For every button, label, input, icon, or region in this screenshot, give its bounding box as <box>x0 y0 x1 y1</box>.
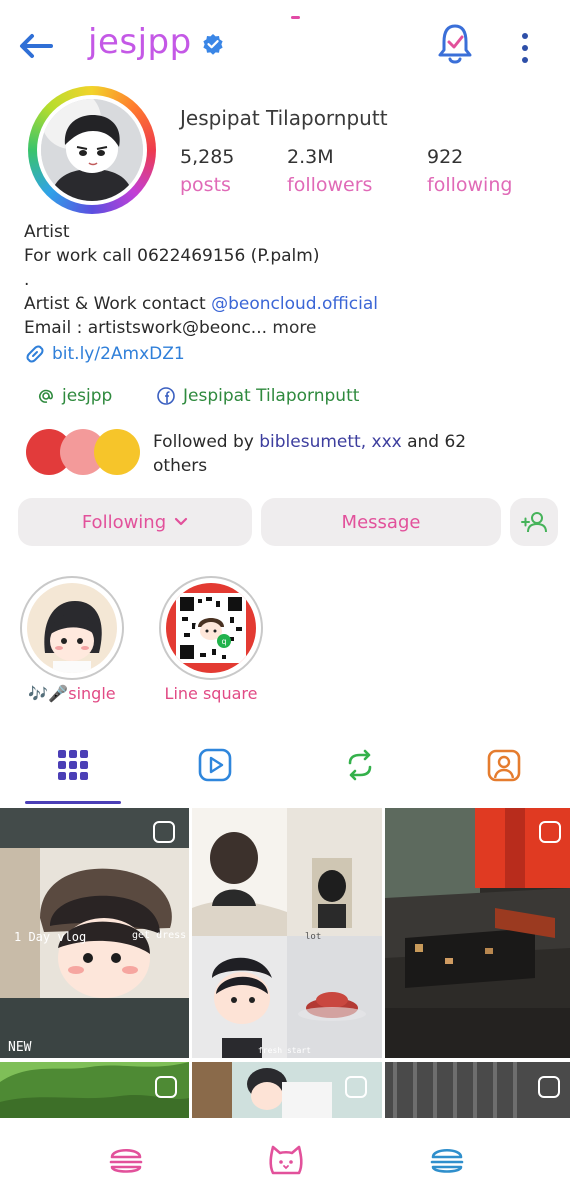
threads-icon <box>39 389 53 403</box>
facebook-icon <box>157 387 175 405</box>
reel-badge-icon <box>539 821 561 843</box>
active-tab-indicator <box>25 801 121 804</box>
grid-post[interactable] <box>385 808 570 1058</box>
followers-label: followers <box>287 174 373 196</box>
nav-menu-button[interactable] <box>423 1136 471 1184</box>
tab-tagged[interactable] <box>484 745 524 785</box>
tab-reels[interactable] <box>195 745 235 785</box>
profile-full-name: Jespipat Tilapornputt <box>180 106 388 130</box>
bio-more-link[interactable]: more <box>272 318 316 338</box>
avatar-image <box>41 99 143 201</box>
tile-caption: lot <box>305 932 322 942</box>
notifications-button[interactable] <box>434 22 476 66</box>
followed-by-names: biblesumett, xxx <box>259 432 402 452</box>
more-dot <box>522 45 528 51</box>
bottom-navigation <box>0 1118 570 1200</box>
facebook-link[interactable]: Jespipat Tilapornputt <box>157 386 359 406</box>
grid-post[interactable] <box>192 1062 382 1118</box>
grid-post[interactable]: lot fresh start <box>192 808 382 1058</box>
nav-home-button[interactable] <box>102 1136 150 1184</box>
new-label: NEW <box>8 1040 32 1055</box>
profile-avatar[interactable] <box>28 86 156 214</box>
repost-icon <box>348 749 372 781</box>
bio-link-text: bit.ly/2AmxDZ1 <box>52 344 185 364</box>
following-button[interactable]: Following <box>18 498 252 546</box>
grid-post[interactable] <box>0 1062 189 1118</box>
tile-caption: get dress <box>132 930 187 941</box>
bio-line: Email : artistswork@beonc... more <box>24 316 554 340</box>
bio-line: Artist & Work contact @beoncloud.officia… <box>24 292 554 316</box>
posts-grid: 1 Day vlog get dress NEW lot fresh start <box>0 808 570 1118</box>
bio-mention-link[interactable]: @beoncloud.official <box>211 294 378 314</box>
chevron-down-icon <box>175 517 188 526</box>
suggest-people-button[interactable] <box>510 498 558 546</box>
bio-external-link[interactable]: bit.ly/2AmxDZ1 <box>24 342 554 366</box>
highlight-label: Line square <box>164 684 258 703</box>
grid-icon <box>58 750 88 780</box>
highlight-label: 🎶🎤single <box>28 684 116 703</box>
followers-count: 2.3M <box>287 146 334 168</box>
carousel-badge-icon <box>345 1076 367 1098</box>
stack-icon <box>430 1148 464 1173</box>
tab-posts-grid[interactable] <box>53 745 93 785</box>
posts-label: posts <box>180 174 231 196</box>
grid-post[interactable]: 1 Day vlog get dress NEW <box>0 808 189 1058</box>
profile-header: jesjpp <box>0 18 570 74</box>
more-dot <box>522 57 528 63</box>
reels-icon <box>198 748 232 782</box>
followed-by-prefix: Followed by <box>153 432 260 452</box>
message-button[interactable]: Message <box>261 498 501 546</box>
bio-line: For work call 0622469156 (P.palm) <box>24 246 320 266</box>
add-person-icon <box>521 512 547 533</box>
highlight-image: q <box>166 583 256 673</box>
posts-count: 5,285 <box>180 146 235 168</box>
bio-line: Artist <box>24 222 70 242</box>
tab-reposts[interactable] <box>340 745 380 785</box>
arrow-left-icon <box>20 34 53 58</box>
message-button-label: Message <box>341 511 421 533</box>
bio-text: Artist & Work contact <box>24 294 212 314</box>
threads-handle: jesjpp <box>62 386 113 406</box>
grid-post[interactable] <box>385 1062 570 1118</box>
verified-badge-icon <box>203 34 223 55</box>
nav-profile-button[interactable] <box>262 1136 310 1184</box>
following-stat[interactable]: 922 following <box>427 146 512 196</box>
more-dot <box>522 33 528 39</box>
followed-by-text[interactable]: Followed by biblesumett, xxx and 62 othe… <box>153 430 513 478</box>
cat-face-icon <box>269 1145 303 1175</box>
bell-icon <box>438 24 472 64</box>
back-button[interactable] <box>16 26 56 66</box>
bio-line: . <box>24 270 30 290</box>
mutual-followers-avatars[interactable] <box>26 429 142 475</box>
highlight-line-square[interactable]: q Line square <box>159 576 263 703</box>
burger-icon <box>109 1148 143 1173</box>
highlight-image <box>27 583 117 673</box>
link-icon <box>26 345 44 363</box>
mutual-avatar <box>94 429 140 475</box>
posts-stat[interactable]: 5,285 posts <box>180 146 234 196</box>
following-label: following <box>427 174 513 196</box>
highlight-ring <box>20 576 124 680</box>
more-options-button[interactable] <box>510 28 540 68</box>
carousel-badge-icon <box>155 1076 177 1098</box>
username: jesjpp <box>88 22 192 62</box>
threads-link[interactable]: jesjpp <box>38 386 112 406</box>
highlight-single[interactable]: 🎶🎤single <box>20 576 124 703</box>
facebook-name: Jespipat Tilapornputt <box>183 386 360 406</box>
following-count: 922 <box>427 146 464 168</box>
tagged-icon <box>487 749 521 782</box>
highlight-ring: q <box>159 576 263 680</box>
tile-caption: 1 Day vlog <box>14 930 87 944</box>
reel-badge-icon <box>153 821 175 843</box>
following-button-label: Following <box>81 511 167 533</box>
profile-bio: Artist For work call 0622469156 (P.palm)… <box>24 220 554 366</box>
bio-text: Email : artistswork@beonc... <box>24 318 273 338</box>
carousel-badge-icon <box>538 1076 560 1098</box>
svg-text:q: q <box>221 637 226 646</box>
tile-caption: fresh start <box>258 1046 311 1055</box>
followers-stat[interactable]: 2.3M followers <box>287 146 372 196</box>
